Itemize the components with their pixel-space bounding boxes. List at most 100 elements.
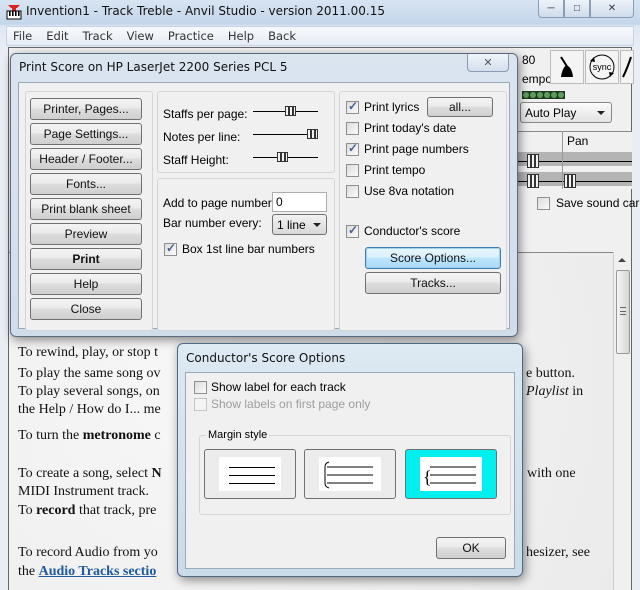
document-text: record — [36, 503, 76, 518]
close-button[interactable]: ✕ — [590, 0, 634, 18]
menu-back[interactable]: Back — [268, 29, 296, 43]
notes-per-line-slider[interactable] — [307, 129, 318, 139]
box-first-line-label: Box 1st line bar numbers — [182, 242, 315, 256]
print-todays-date-label: Print today's date — [364, 121, 457, 135]
print-button[interactable]: Print — [30, 248, 142, 270]
document-line: the Help / How do I... me — [18, 402, 161, 418]
menu-track[interactable]: Track — [83, 29, 113, 43]
ok-button[interactable]: OK — [436, 537, 506, 559]
document-line: To rewind, play, or stop t — [18, 345, 158, 361]
save-sound-card-checkbox[interactable] — [537, 196, 550, 210]
menu-edit[interactable]: Edit — [46, 29, 68, 43]
document-text: To rewind, play, or stop t — [18, 345, 159, 360]
document-line: To record that track, pre — [18, 503, 156, 519]
print-tempo-label: Print tempo — [364, 163, 426, 177]
header-footer-button[interactable]: Header / Footer... — [30, 148, 142, 170]
autoplay-value: Auto Play — [525, 106, 577, 120]
menu-practice[interactable]: Practice — [168, 29, 214, 43]
save-sound-card-option[interactable]: Save sound car — [537, 196, 639, 210]
staffs-per-page-slider[interactable] — [285, 106, 297, 116]
document-line-end: Playlist in — [526, 384, 584, 399]
document-line-end: e button. — [526, 366, 575, 381]
document-text: To play the same song ov — [18, 366, 161, 381]
print-lyrics-label: Print lyrics — [364, 100, 420, 114]
margin-style-none-button[interactable] — [204, 449, 296, 499]
note-icon — [622, 56, 632, 78]
scroll-thumb[interactable] — [616, 270, 630, 354]
document-text: the — [18, 564, 39, 579]
menu-view[interactable]: View — [127, 29, 154, 43]
staffs-per-page-label: Staffs per page: — [163, 107, 248, 121]
tracks-button[interactable]: Tracks... — [365, 272, 501, 294]
document-text: To turn the — [18, 428, 83, 443]
document-text: the Help / How do I... me — [18, 402, 161, 417]
volume-slider-thumb[interactable] — [527, 174, 539, 188]
use-8va-checkbox[interactable] — [346, 185, 359, 198]
print-blank-sheet-button[interactable]: Print blank sheet — [30, 198, 142, 220]
dialog-title: Conductor's Score Options — [186, 351, 346, 365]
staff-height-label: Staff Height: — [163, 153, 229, 167]
minimize-button[interactable]: ─ — [538, 0, 564, 18]
tempo-value[interactable]: 80 — [522, 53, 535, 67]
maximize-button[interactable]: □ — [564, 0, 590, 18]
metronome-button[interactable] — [550, 50, 584, 84]
conductors-score-options-dialog: Conductor's Score Options Show label for… — [177, 343, 523, 577]
staff-height-slider[interactable] — [277, 152, 289, 162]
menu-file[interactable]: File — [13, 29, 32, 43]
document-text: c — [150, 428, 161, 443]
document-text: To play several songs, on — [18, 384, 160, 399]
volume-slider-thumb[interactable] — [527, 154, 539, 168]
sync-icon: sync — [589, 54, 615, 80]
autoplay-select[interactable]: Auto Play — [520, 102, 612, 123]
show-label-each-track-checkbox[interactable] — [194, 381, 207, 394]
svg-text:sync: sync — [593, 62, 612, 72]
add-to-page-numbers-input[interactable]: 0 — [272, 192, 327, 212]
scroll-up-icon[interactable] — [618, 258, 626, 262]
dialog-close-button[interactable]: ✕ — [467, 54, 509, 72]
mixer-pan-header: Pan — [567, 134, 589, 148]
page-settings-button[interactable]: Page Settings... — [30, 123, 142, 145]
use-8va-label: Use 8va notation — [364, 184, 455, 198]
add-to-page-numbers-label: Add to page numbers — [163, 196, 278, 210]
score-options-button[interactable]: Score Options... — [365, 247, 501, 269]
vertical-scrollbar[interactable] — [613, 252, 631, 590]
box-first-line-checkbox[interactable] — [164, 241, 177, 256]
chevron-down-icon — [313, 223, 321, 227]
print-tempo-checkbox[interactable] — [346, 164, 359, 177]
bracket-staff-icon — [319, 457, 381, 491]
conductors-score-checkbox[interactable] — [346, 223, 359, 238]
help-button[interactable]: Help — [30, 273, 142, 295]
margin-style-bracket-button[interactable] — [304, 449, 396, 499]
print-page-numbers-checkbox[interactable] — [346, 141, 359, 156]
bar-number-every-label: Bar number every: — [163, 216, 262, 230]
margin-style-brace-button[interactable]: { — [405, 449, 497, 499]
pan-slider-thumb[interactable] — [564, 174, 576, 188]
close-icon: ✕ — [483, 57, 493, 69]
document-line: To turn the metronome c — [18, 428, 161, 444]
bar-number-every-select[interactable]: 1 line — [272, 214, 327, 235]
document-text: To — [18, 503, 37, 518]
close-icon: ✕ — [607, 3, 617, 14]
audio-tracks-link[interactable]: Audio Tracks sectio — [39, 564, 157, 579]
level-meter — [522, 91, 565, 99]
preview-button[interactable]: Preview — [30, 223, 142, 245]
grip-icon — [620, 307, 626, 315]
document-text: To record Audio from yo — [18, 545, 158, 560]
conductors-score-label: Conductor's score — [364, 224, 461, 238]
fonts-button[interactable]: Fonts... — [30, 173, 142, 195]
close-dialog-button[interactable]: Close — [30, 298, 142, 320]
lyrics-all-button[interactable]: all... — [427, 97, 493, 117]
print-todays-date-checkbox[interactable] — [346, 122, 359, 135]
document-line: To create a song, select N — [18, 466, 162, 482]
printer-pages-button[interactable]: Printer, Pages... — [30, 98, 142, 120]
show-label-each-track-label: Show label for each track — [211, 380, 346, 394]
menu-help[interactable]: Help — [228, 29, 254, 43]
sync-button[interactable]: sync — [585, 50, 619, 84]
save-sound-card-label: Save sound car — [556, 196, 640, 210]
note-button[interactable] — [620, 50, 634, 84]
print-lyrics-checkbox[interactable] — [346, 99, 359, 114]
chevron-down-icon — [597, 111, 605, 115]
show-labels-first-page-checkbox[interactable] — [194, 398, 207, 411]
menu-bar: File Edit Track View Practice Help Back — [6, 26, 634, 46]
document-text: MIDI Instrument track. — [18, 484, 150, 499]
